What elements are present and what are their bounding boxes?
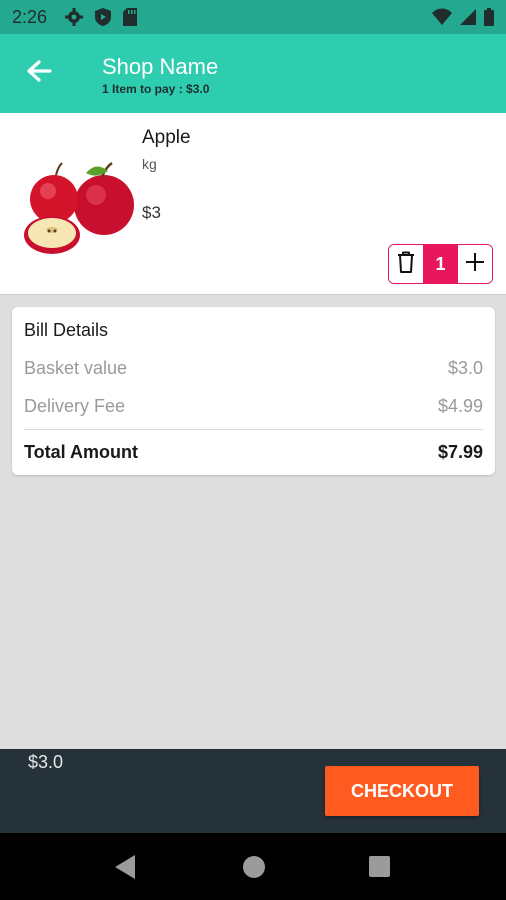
shield-icon [94, 7, 112, 32]
status-right-icons [432, 8, 494, 31]
total-amount-value: $7.99 [437, 442, 483, 462]
checkout-button[interactable]: CHECKOUT [325, 766, 479, 816]
sd-card-icon [122, 7, 138, 32]
bill-title: Bill Details [24, 320, 109, 340]
arrow-left-icon [26, 59, 52, 88]
apple-image[interactable] [16, 127, 140, 277]
status-left-icons [64, 7, 138, 32]
basket-value-label: Basket value [24, 358, 128, 378]
battery-icon [484, 8, 494, 31]
cart-total: $3.0 [28, 752, 64, 772]
bill-details-card: Bill Details Basket value $3.0 Delivery … [12, 307, 495, 475]
increase-quantity-button[interactable] [458, 245, 492, 283]
trash-icon [397, 251, 415, 278]
delivery-fee-label: Delivery Fee [24, 396, 126, 416]
app-bar: Shop Name 1 Item to pay : $3.0 [0, 34, 506, 113]
product-price: $3 [142, 203, 161, 222]
checkout-bar: $3.0 CHECKOUT [0, 749, 506, 833]
shop-subtitle: 1 Item to pay : $3.0 [102, 82, 210, 96]
gear-icon [64, 7, 84, 32]
total-amount-label: Total Amount [24, 442, 138, 462]
status-time: 2:26 [12, 7, 48, 27]
status-bar: 2:26 [0, 0, 506, 34]
bill-divider [24, 429, 483, 430]
home-circle-icon[interactable] [243, 856, 265, 878]
recents-square-icon[interactable] [369, 856, 390, 877]
back-button[interactable] [22, 58, 56, 88]
signal-icon [460, 8, 476, 31]
quantity-value: 1 [423, 245, 458, 283]
system-nav-bar [0, 833, 506, 900]
cart-item: Apple kg $3 1 [0, 113, 506, 295]
quantity-stepper: 1 [388, 244, 493, 284]
plus-icon [465, 252, 485, 277]
delivery-fee-amount: $4.99 [437, 396, 483, 416]
product-name: Apple [142, 127, 191, 148]
remove-item-button[interactable] [389, 245, 423, 283]
basket-value-amount: $3.0 [447, 358, 483, 378]
shop-title: Shop Name [102, 54, 219, 79]
back-triangle-icon[interactable] [113, 853, 139, 881]
wifi-icon [432, 8, 452, 31]
product-unit: kg [142, 156, 157, 172]
